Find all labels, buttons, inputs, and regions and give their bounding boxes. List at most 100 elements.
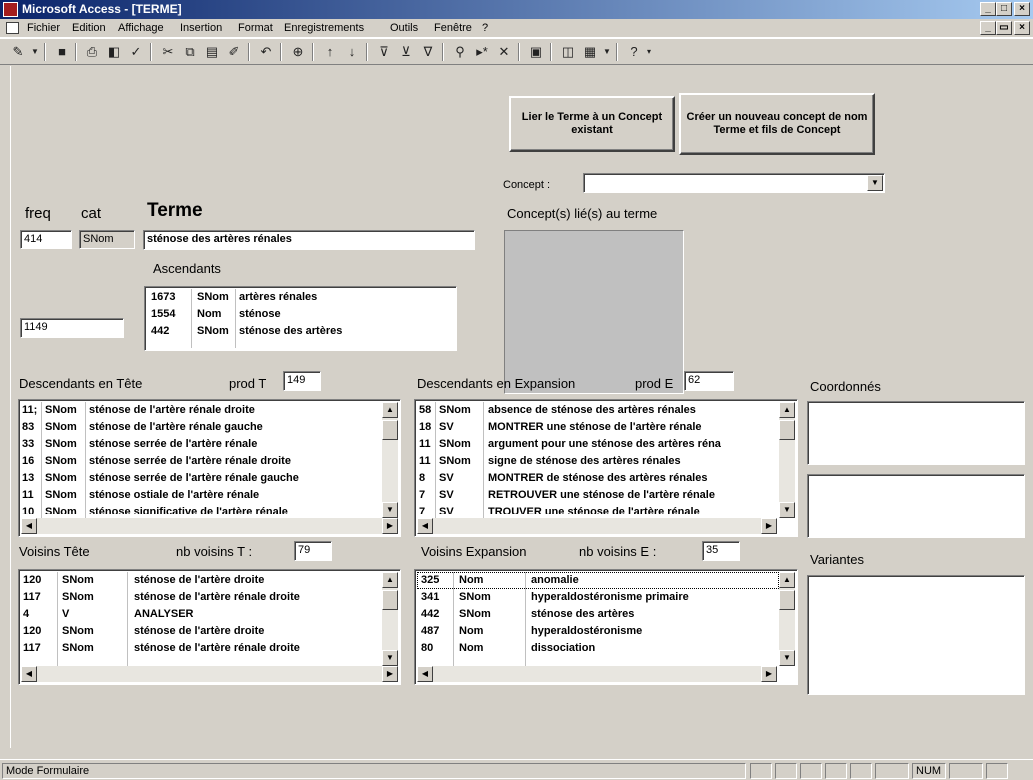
new-object-icon[interactable]: ▦	[580, 42, 600, 62]
list-item[interactable]: 83 SNom sténose de l'artère rénale gauche	[21, 419, 379, 436]
ascendants-list[interactable]: 1673 SNom artères rénales 1554 Nom sténose 4…	[144, 286, 457, 351]
sort-ascending-icon[interactable]: ↑	[320, 42, 340, 62]
list-item[interactable]: 341 SNom hyperaldostéronisme primaire	[417, 589, 779, 606]
menu-fenetre[interactable]: Fenêtre	[434, 21, 472, 36]
list-item[interactable]: 18 SV MONTRER une sténose de l'artère réna…	[417, 419, 779, 436]
nb-voisins-e-field[interactable]: 35	[702, 541, 740, 561]
horizontal-scrollbar[interactable]: ◀ ▶	[21, 518, 398, 534]
minimize-button[interactable]: _	[980, 2, 996, 16]
scroll-up-icon[interactable]: ▲	[779, 572, 795, 588]
list-item[interactable]: 33 SNom sténose serrée de l'artère rénale	[21, 436, 379, 453]
scroll-right-icon[interactable]: ▶	[761, 518, 777, 534]
list-item[interactable]: 58 SNom absence de sténose des artères rén…	[417, 402, 779, 419]
scroll-left-icon[interactable]: ◀	[21, 666, 37, 682]
menu-outils[interactable]: Outils	[390, 21, 418, 36]
menu-fichier[interactable]: Fichier	[27, 21, 60, 36]
list-item[interactable]: 7 SV TROUVER une sténose de l'artère rénal…	[417, 504, 779, 514]
list-item[interactable]: 11 SNom argument pour une sténose des artè…	[417, 436, 779, 453]
toolbar-options-icon[interactable]: ▾	[644, 42, 654, 62]
list-item[interactable]: 325 Nom anomalie	[417, 572, 779, 589]
scroll-down-icon[interactable]: ▼	[382, 650, 398, 666]
spelling-icon[interactable]: ✓	[126, 42, 146, 62]
list-item[interactable]: 442 SNom sténose des artères	[417, 606, 779, 623]
scroll-thumb[interactable]	[382, 420, 398, 440]
voisins-tete-list[interactable]: 120 SNom sténose de l'artère droite 117 SNo…	[18, 569, 401, 685]
scroll-left-icon[interactable]: ◀	[417, 666, 433, 682]
delete-record-icon[interactable]: ✕	[494, 42, 514, 62]
scroll-left-icon[interactable]: ◀	[417, 518, 433, 534]
help-icon[interactable]: ?	[624, 42, 644, 62]
new-object-dropdown-icon[interactable]: ▼	[602, 42, 612, 62]
child-restore-button[interactable]: ▭	[996, 21, 1012, 35]
list-item[interactable]: 1554 Nom sténose	[147, 306, 447, 323]
scroll-up-icon[interactable]: ▲	[779, 402, 795, 418]
menu-enregistrements[interactable]: Enregistrements	[284, 21, 364, 36]
nb-voisins-t-field[interactable]: 79	[294, 541, 332, 561]
terme-field[interactable]: sténose des artères rénales	[143, 230, 475, 250]
view-dropdown-icon[interactable]: ▼	[30, 42, 40, 62]
hyperlink-icon[interactable]: ⊕	[288, 42, 308, 62]
format-painter-icon[interactable]: ✐	[224, 42, 244, 62]
form-icon[interactable]	[6, 22, 19, 34]
list-item[interactable]: 13 SNom sténose serrée de l'artère rénale …	[21, 470, 379, 487]
prod-e-field[interactable]: 62	[684, 371, 734, 391]
list-item[interactable]: 11 SNom sténose ostiale de l'artère rénale	[21, 487, 379, 504]
scroll-down-icon[interactable]: ▼	[382, 502, 398, 518]
list-item[interactable]: 7 SV RETROUVER une sténose de l'artère rén…	[417, 487, 779, 504]
scroll-thumb[interactable]	[779, 590, 795, 610]
list-item[interactable]: 8 SV MONTRER de sténose des artères rénale…	[417, 470, 779, 487]
list-item[interactable]: 11; SNom sténose de l'artère rénale droite	[21, 402, 379, 419]
view-icon[interactable]: ✎	[8, 42, 28, 62]
vertical-scrollbar[interactable]: ▲ ▼	[382, 572, 398, 666]
coordonnes-list-1[interactable]	[807, 401, 1025, 465]
list-item[interactable]: 16 SNom sténose serrée de l'artère rénale …	[21, 453, 379, 470]
menu-affichage[interactable]: Affichage	[118, 21, 164, 36]
menu-help[interactable]: ?	[482, 21, 488, 36]
scroll-right-icon[interactable]: ▶	[382, 666, 398, 682]
chevron-down-icon[interactable]: ▼	[867, 175, 883, 191]
menu-format[interactable]: Format	[238, 21, 273, 36]
new-record-icon[interactable]: ▸*	[472, 42, 492, 62]
concepts-lies-box[interactable]	[504, 230, 684, 394]
vertical-scrollbar[interactable]: ▲ ▼	[779, 572, 795, 666]
lier-terme-button[interactable]: Lier le Terme à un Concept existant	[509, 96, 675, 152]
menu-insertion[interactable]: Insertion	[180, 21, 222, 36]
scroll-up-icon[interactable]: ▲	[382, 572, 398, 588]
freq-field[interactable]: 414	[20, 230, 72, 249]
list-item[interactable]: 117 SNom sténose de l'artère rénale droite	[21, 589, 379, 606]
scroll-right-icon[interactable]: ▶	[761, 666, 777, 682]
find-icon[interactable]: ⚲	[450, 42, 470, 62]
list-item[interactable]: 120 SNom sténose de l'artère droite	[21, 572, 379, 589]
scroll-thumb[interactable]	[382, 590, 398, 610]
list-item[interactable]: 442 SNom sténose des artères	[147, 323, 447, 340]
scroll-up-icon[interactable]: ▲	[382, 402, 398, 418]
descendants-tete-list[interactable]: 11; SNom sténose de l'artère rénale droite…	[18, 399, 401, 537]
vertical-scrollbar[interactable]: ▲ ▼	[779, 402, 795, 518]
list-item[interactable]: 11 SNom signe de sténose des artères rénal…	[417, 453, 779, 470]
list-item[interactable]: 120 SNom sténose de l'artère droite	[21, 623, 379, 640]
voisins-expansion-list[interactable]: 325 Nom anomalie 341 SNom hyperaldostéronism…	[414, 569, 798, 685]
list-item[interactable]: 10 SNom sténose significative de l'artère …	[21, 504, 379, 514]
maximize-button[interactable]: □	[996, 2, 1012, 16]
scroll-left-icon[interactable]: ◀	[21, 518, 37, 534]
count-field[interactable]: 1149	[20, 318, 124, 338]
horizontal-scrollbar[interactable]: ◀ ▶	[417, 518, 777, 534]
list-item[interactable]: 1673 SNom artères rénales	[147, 289, 447, 306]
coordonnes-list-2[interactable]	[807, 474, 1025, 538]
creer-concept-button[interactable]: Créer un nouveau concept de nom Terme et…	[679, 93, 875, 155]
child-close-button[interactable]: ×	[1014, 21, 1030, 35]
horizontal-scrollbar[interactable]: ◀ ▶	[417, 666, 777, 682]
list-item[interactable]: 4 V ANALYSER	[21, 606, 379, 623]
filter-by-form-icon[interactable]: ⊻	[396, 42, 416, 62]
database-window-icon[interactable]: ◫	[558, 42, 578, 62]
print-icon[interactable]: ⎙	[82, 42, 102, 62]
cat-field[interactable]: SNom	[79, 230, 135, 249]
variantes-list[interactable]	[807, 575, 1025, 695]
filter-by-selection-icon[interactable]: ⊽	[374, 42, 394, 62]
sort-descending-icon[interactable]: ↓	[342, 42, 362, 62]
apply-filter-icon[interactable]: ∇	[418, 42, 438, 62]
vertical-scrollbar[interactable]: ▲ ▼	[382, 402, 398, 518]
paste-icon[interactable]: ▤	[202, 42, 222, 62]
scroll-thumb[interactable]	[779, 420, 795, 440]
scroll-right-icon[interactable]: ▶	[382, 518, 398, 534]
